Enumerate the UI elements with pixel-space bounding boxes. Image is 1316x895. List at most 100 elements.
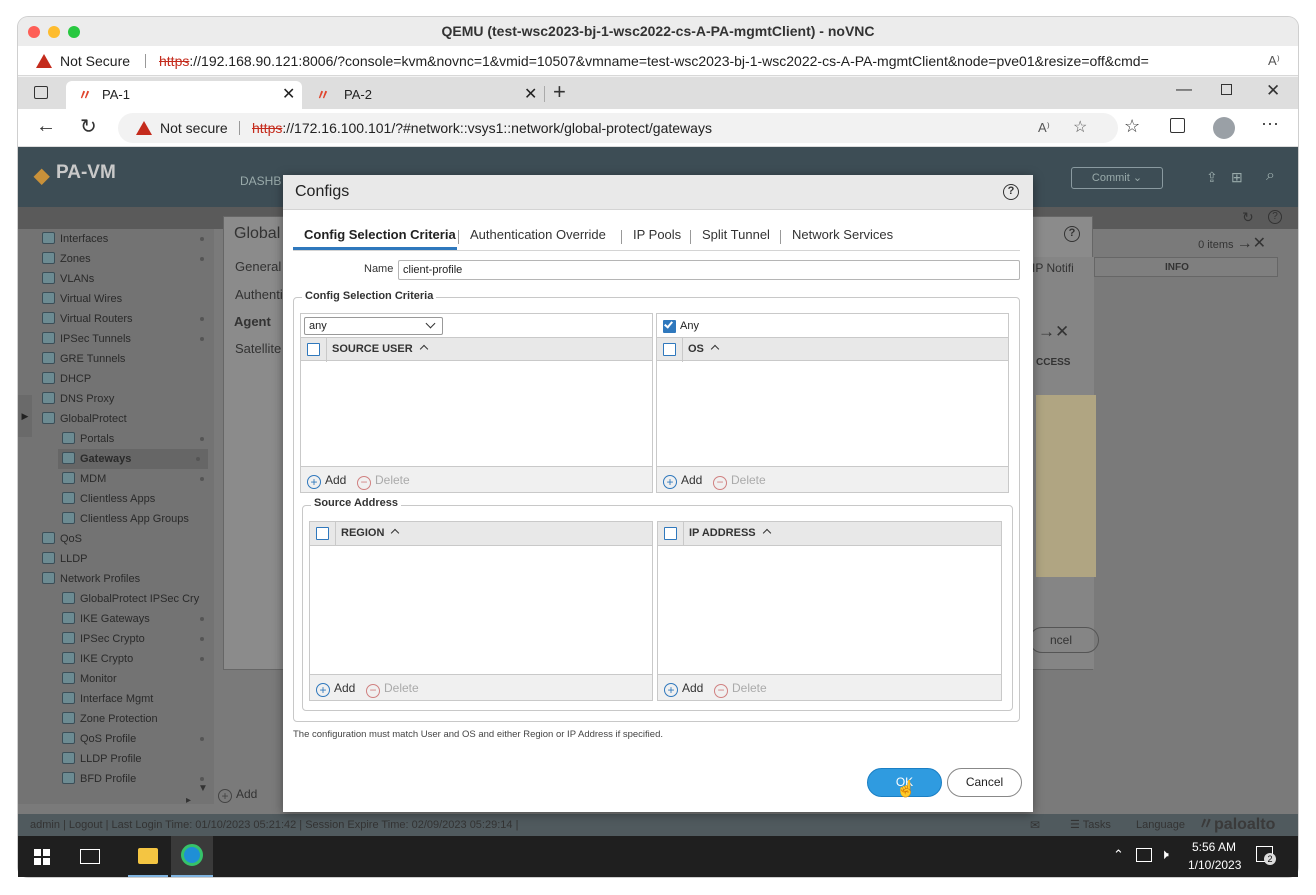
bg-tab-authentication[interactable]: Authenti xyxy=(235,287,283,302)
tab-ip-pools[interactable]: IP Pools xyxy=(633,227,681,242)
delete-button[interactable]: − Delete xyxy=(357,467,410,493)
clock-time[interactable]: 5:56 AM xyxy=(1190,840,1238,854)
bg-tab-general[interactable]: General xyxy=(235,259,281,274)
tab-split-tunnel[interactable]: Split Tunnel xyxy=(702,227,770,242)
refresh-icon[interactable]: ↻ xyxy=(1242,209,1254,226)
tab-network-services[interactable]: Network Services xyxy=(792,227,893,242)
delete-button[interactable]: − Delete xyxy=(713,467,766,493)
sidebar-item-lldp[interactable]: LLDP xyxy=(42,549,212,569)
delete-button[interactable]: − Delete xyxy=(366,675,419,701)
close-tab-icon[interactable]: ✕ xyxy=(282,81,295,109)
sidebar-item-ike-crypto[interactable]: IKE Crypto xyxy=(62,649,212,669)
sidebar-item-network-profiles[interactable]: Network Profiles xyxy=(42,569,212,589)
help-icon[interactable]: ? xyxy=(1003,184,1019,200)
read-aloud-icon[interactable]: A⁾ xyxy=(1038,113,1050,143)
sidebar-scroll-right-icon[interactable]: ▸ xyxy=(186,795,191,806)
sidebar-item-zone-protection[interactable]: Zone Protection xyxy=(62,709,212,729)
sidebar-item-vlans[interactable]: VLANs xyxy=(42,269,212,289)
sidebar-item-qos-profile[interactable]: QoS Profile xyxy=(62,729,212,749)
sidebar-item-interfaces[interactable]: Interfaces xyxy=(42,229,212,249)
sidebar-item-gre-tunnels[interactable]: GRE Tunnels xyxy=(42,349,212,369)
language-link[interactable]: Language xyxy=(1136,814,1185,836)
minimize-icon[interactable]: — xyxy=(1176,81,1192,99)
volume-icon[interactable]: 🕨 xyxy=(1160,846,1169,863)
sidebar-item-virtual-wires[interactable]: Virtual Wires xyxy=(42,289,212,309)
source-user-select[interactable]: any xyxy=(304,317,443,335)
bg-nav-icons[interactable]: →✕ xyxy=(1038,322,1082,341)
tab-authentication-override[interactable]: Authentication Override xyxy=(470,227,606,242)
col-os[interactable]: OS xyxy=(688,343,720,355)
sidebar-item-dhcp[interactable]: DHCP xyxy=(42,369,212,389)
select-all-checkbox[interactable] xyxy=(316,527,329,540)
profile-icon[interactable] xyxy=(1213,117,1235,139)
minimize-traffic-light[interactable] xyxy=(48,26,60,38)
add-button[interactable]: + Add xyxy=(664,675,703,701)
refresh-icon[interactable]: ↻ xyxy=(80,114,97,139)
restore-icon[interactable] xyxy=(1221,84,1232,95)
sidebar-item-clientless-apps[interactable]: Clientless Apps xyxy=(62,489,212,509)
sidebar-item-virtual-routers[interactable]: Virtual Routers xyxy=(42,309,212,329)
col-source-user[interactable]: SOURCE USER xyxy=(332,343,428,355)
new-tab-icon[interactable]: + xyxy=(553,79,566,105)
address-bar[interactable]: Not secure https://172.16.100.101/?#netw… xyxy=(118,113,1118,143)
nav-dashboard[interactable]: DASHB xyxy=(240,174,281,188)
sidebar-item-qos[interactable]: QoS xyxy=(42,529,212,549)
close-window-icon[interactable]: ✕ xyxy=(1266,81,1280,101)
bg-cancel-button[interactable]: ncel xyxy=(1029,627,1099,653)
more-icon[interactable]: ··· xyxy=(1261,113,1279,134)
outer-address-bar[interactable]: Not Secure https://192.168.90.121:8006/?… xyxy=(18,46,1298,76)
file-explorer-app[interactable] xyxy=(128,839,168,877)
clock-date[interactable]: 1/10/2023 xyxy=(1188,858,1241,872)
sidebar-item-ike-gateways[interactable]: IKE Gateways xyxy=(62,609,212,629)
sidebar-item-gateways[interactable]: Gateways xyxy=(58,449,208,469)
favorite-add-icon[interactable]: ☆ xyxy=(1073,113,1087,143)
start-icon[interactable] xyxy=(34,849,50,865)
tab-config-selection-criteria[interactable]: Config Selection Criteria xyxy=(304,227,456,242)
favorites-icon[interactable]: ☆ xyxy=(1124,116,1140,137)
add-button[interactable]: + Add xyxy=(663,467,702,493)
select-all-checkbox[interactable] xyxy=(663,343,676,356)
tab-pa-1[interactable]: 〃 PA-1 ✕ xyxy=(66,81,302,109)
tray-chevron-icon[interactable]: ⌃ xyxy=(1113,847,1124,863)
select-all-checkbox[interactable] xyxy=(307,343,320,356)
sidebar-item-ipsec-tunnels[interactable]: IPSec Tunnels xyxy=(42,329,212,349)
sidebar-item-portals[interactable]: Portals xyxy=(62,429,212,449)
os-any-checkbox[interactable] xyxy=(663,319,676,333)
help-icon[interactable]: ? xyxy=(1268,210,1282,224)
delete-button[interactable]: − Delete xyxy=(714,675,767,701)
sidebar-item-bfd-profile[interactable]: BFD Profile xyxy=(62,769,212,789)
sidebar-item-interface-mgmt[interactable]: Interface Mgmt xyxy=(62,689,212,709)
back-icon[interactable]: ← xyxy=(36,115,56,138)
task-view-icon[interactable] xyxy=(80,849,100,864)
bg-nav-icons-top[interactable]: →✕ xyxy=(1237,235,1266,252)
edge-app[interactable] xyxy=(171,836,213,877)
notification-icon[interactable]: 2 xyxy=(1256,846,1276,865)
sidebar-item-ipsec-crypto[interactable]: IPSec Crypto xyxy=(62,629,212,649)
search-icon[interactable]: ⌕ xyxy=(1266,167,1275,185)
sidebar-item-dns-proxy[interactable]: DNS Proxy xyxy=(42,389,212,409)
commit-button[interactable]: Commit ⌄ xyxy=(1071,167,1163,189)
sidebar-item-globalprotect-ipsec-cry[interactable]: GlobalProtect IPSec Cry xyxy=(62,589,212,609)
tab-actions-icon[interactable] xyxy=(34,86,48,99)
sidebar-item-mdm[interactable]: MDM xyxy=(62,469,212,489)
tasks-link[interactable]: ☰ Tasks xyxy=(1070,814,1111,836)
mail-icon[interactable]: ✉ xyxy=(1030,814,1040,836)
sidebar-item-globalprotect[interactable]: GlobalProtect xyxy=(42,409,212,429)
help-icon[interactable]: ? xyxy=(1064,226,1080,242)
bg-tab-agent[interactable]: Agent xyxy=(234,314,271,329)
sidebar-item-monitor[interactable]: Monitor xyxy=(62,669,212,689)
close-traffic-light[interactable] xyxy=(28,26,40,38)
select-all-checkbox[interactable] xyxy=(664,527,677,540)
bg-add-button[interactable]: + Add xyxy=(218,787,257,803)
close-tab-icon[interactable]: ✕ xyxy=(524,81,537,109)
collections-icon[interactable] xyxy=(1170,118,1185,133)
bg-tab-satellite[interactable]: Satellite xyxy=(235,341,281,356)
tab-pa-2[interactable]: 〃 PA-2 ✕ xyxy=(308,81,544,109)
sidebar-item-zones[interactable]: Zones xyxy=(42,249,212,269)
cancel-button[interactable]: Cancel xyxy=(947,768,1022,797)
sidebar-item-lldp-profile[interactable]: LLDP Profile xyxy=(62,749,212,769)
col-region[interactable]: REGION xyxy=(341,527,400,539)
config-lock-icon[interactable]: ⇪ xyxy=(1206,169,1218,186)
add-button[interactable]: + Add xyxy=(307,467,346,493)
network-icon[interactable] xyxy=(1136,848,1152,862)
